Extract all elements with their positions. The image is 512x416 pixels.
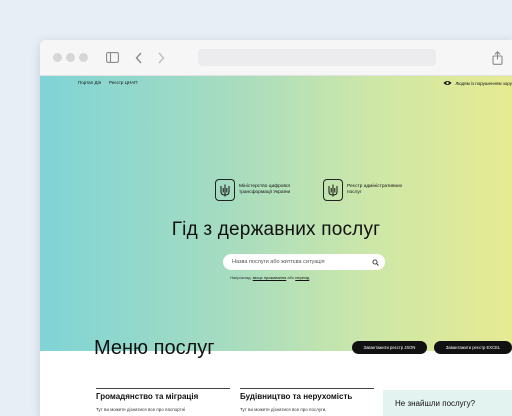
download-json-button[interactable]: Завантажити реєстр JSON xyxy=(352,341,427,354)
address-bar[interactable] xyxy=(198,49,436,66)
registry-logo[interactable]: Реєстр адміністративних послуг xyxy=(323,179,417,201)
window-control-zoom[interactable] xyxy=(79,53,88,62)
forward-icon[interactable] xyxy=(155,49,167,66)
accessibility-label: Людям із порушенням зору xyxy=(455,81,512,86)
window-control-minimize[interactable] xyxy=(66,53,75,62)
not-found-card[interactable]: Не знайшли послугу? xyxy=(383,390,512,416)
browser-window: Портал Дія Реєстр ЦНАП Людям із порушенн… xyxy=(40,40,512,416)
category-card-construction[interactable]: Будівництво та нерухомість Тут ви можете… xyxy=(240,388,374,412)
hero-section: Портал Дія Реєстр ЦНАП Людям із порушенн… xyxy=(40,76,512,351)
category-title: Будівництво та нерухомість xyxy=(240,392,353,401)
not-found-label: Не знайшли послугу? xyxy=(395,399,476,408)
registry-logo-text: Реєстр адміністративних послуг xyxy=(347,184,403,195)
share-icon[interactable] xyxy=(490,49,504,66)
search-icon[interactable] xyxy=(372,253,379,271)
window-control-close[interactable] xyxy=(53,53,62,62)
menu-title: Меню послуг xyxy=(94,337,215,359)
eye-icon xyxy=(443,80,452,87)
browser-toolbar xyxy=(40,40,512,76)
category-description: Тут ви можете дізнатися все про послуги, xyxy=(240,407,327,412)
search-hint: Наприклад: місце проживання або перехід xyxy=(230,275,309,280)
ministry-logo-text: Міністерство цифрової трансформації Укра… xyxy=(239,184,291,195)
hint-link-transition[interactable]: перехід xyxy=(295,275,309,280)
accessibility-link[interactable]: Людям із порушенням зору xyxy=(443,80,512,87)
hint-link-residence[interactable]: місце проживання xyxy=(253,275,287,280)
sidebar-icon[interactable] xyxy=(104,49,120,66)
page-title: Гід з державних послуг xyxy=(171,219,381,240)
nav-link-diia[interactable]: Портал Дія xyxy=(78,80,101,85)
download-excel-button[interactable]: Завантажити реєстр EXCEL xyxy=(434,341,512,354)
logos-row: Міністерство цифрової трансформації Укра… xyxy=(215,179,417,201)
search-input[interactable] xyxy=(232,259,367,265)
category-description: Тут ви можете дізнатися все про паспортн… xyxy=(96,407,186,412)
category-card-citizenship[interactable]: Громадянство та міграція Тут ви можете д… xyxy=(96,388,230,412)
trident-icon xyxy=(215,179,235,201)
search-box[interactable] xyxy=(223,254,385,270)
trident-icon xyxy=(323,179,343,201)
hint-or: або xyxy=(287,275,295,280)
nav-link-cnap-registry[interactable]: Реєстр ЦНАП xyxy=(109,80,137,85)
back-icon[interactable] xyxy=(133,49,145,66)
hint-prefix: Наприклад: xyxy=(230,275,252,280)
ministry-logo[interactable]: Міністерство цифрової трансформації Укра… xyxy=(215,179,309,201)
category-title: Громадянство та міграція xyxy=(96,392,199,401)
top-nav: Портал Дія Реєстр ЦНАП xyxy=(78,80,137,85)
